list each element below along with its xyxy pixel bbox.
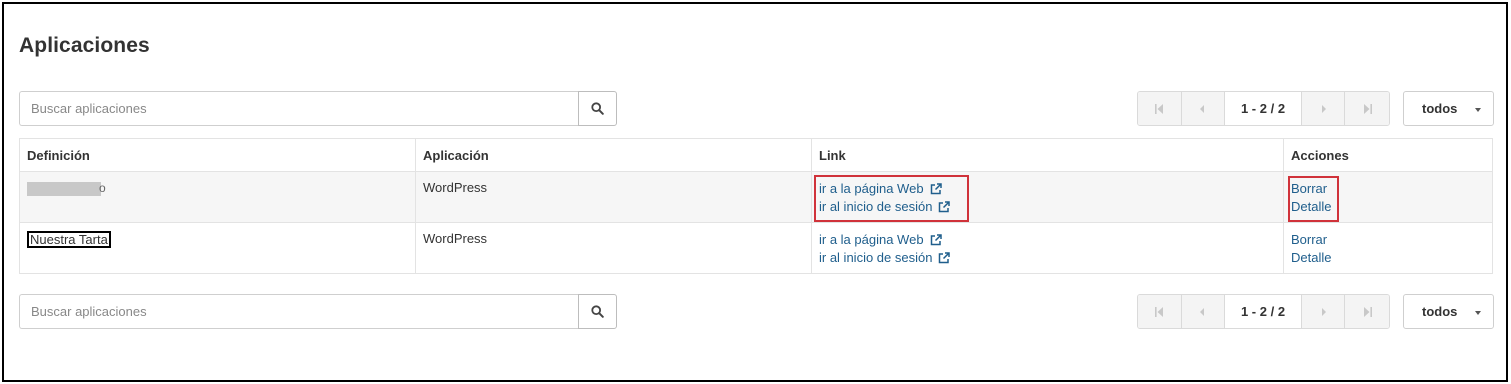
page-size-value: todos — [1422, 101, 1458, 116]
detail-link[interactable]: Detalle — [1291, 249, 1485, 267]
external-link-icon — [930, 183, 942, 195]
search-box-bottom — [19, 294, 617, 329]
last-page-button[interactable] — [1345, 92, 1389, 125]
web-page-link-label: ir a la página Web — [819, 232, 924, 247]
cell-actions: Borrar Detalle — [1283, 222, 1493, 274]
cell-link: ir a la página Web ir al inicio de sesió… — [811, 171, 1284, 223]
web-page-link[interactable]: ir a la página Web — [819, 180, 1276, 198]
prev-page-icon — [1200, 307, 1205, 316]
definition-text: Nuestra Tarta — [27, 231, 111, 248]
last-page-icon — [1363, 103, 1372, 114]
next-page-button[interactable] — [1301, 92, 1346, 125]
login-link-label: ir al inicio de sesión — [819, 199, 933, 214]
prev-page-button[interactable] — [1181, 92, 1226, 125]
next-page-icon — [1321, 104, 1326, 113]
external-link-icon — [930, 234, 942, 246]
column-header-link[interactable]: Link — [811, 138, 1284, 172]
page-size-value: todos — [1422, 304, 1458, 319]
login-link[interactable]: ir al inicio de sesión — [819, 198, 1276, 216]
search-icon — [591, 102, 604, 115]
column-header-actions[interactable]: Acciones — [1283, 138, 1493, 172]
page-size-select-top[interactable]: todos — [1403, 91, 1494, 126]
search-button-top[interactable] — [578, 91, 617, 126]
redacted-definition — [27, 181, 101, 196]
first-page-button[interactable] — [1138, 295, 1182, 328]
cell-definition: o — [19, 171, 416, 223]
delete-link[interactable]: Borrar — [1291, 180, 1485, 198]
page-title: Aplicaciones — [19, 34, 150, 57]
caret-down-icon — [1475, 108, 1481, 112]
first-page-icon — [1154, 103, 1163, 114]
cell-link: ir a la página Web ir al inicio de sesió… — [811, 222, 1284, 274]
applications-table: Definición Aplicación Link Acciones o Wo… — [19, 138, 1493, 274]
login-link-label: ir al inicio de sesión — [819, 250, 933, 265]
pagination-top: 1 - 2 / 2 — [1137, 91, 1390, 126]
next-page-button[interactable] — [1301, 295, 1346, 328]
prev-page-button[interactable] — [1181, 295, 1226, 328]
caret-down-icon — [1475, 311, 1481, 315]
page-range: 1 - 2 / 2 — [1225, 92, 1302, 125]
column-header-application[interactable]: Aplicación — [415, 138, 812, 172]
delete-link[interactable]: Borrar — [1291, 231, 1485, 249]
cell-actions: Borrar Detalle — [1283, 171, 1493, 223]
definition-visible-tail: o — [99, 181, 106, 195]
search-box-top — [19, 91, 617, 126]
first-page-icon — [1154, 306, 1163, 317]
next-page-icon — [1321, 307, 1326, 316]
page-range: 1 - 2 / 2 — [1225, 295, 1302, 328]
search-input-bottom[interactable] — [19, 294, 578, 329]
search-input-top[interactable] — [19, 91, 578, 126]
prev-page-icon — [1200, 104, 1205, 113]
last-page-icon — [1363, 306, 1372, 317]
detail-link[interactable]: Detalle — [1291, 198, 1485, 216]
first-page-button[interactable] — [1138, 92, 1182, 125]
pagination-bottom: 1 - 2 / 2 — [1137, 294, 1390, 329]
search-icon — [591, 305, 604, 318]
column-header-definition[interactable]: Definición — [19, 138, 416, 172]
table-row: o WordPress ir a la página Web ir al ini… — [19, 171, 1493, 223]
external-link-icon — [939, 201, 951, 213]
cell-application: WordPress — [415, 171, 812, 223]
last-page-button[interactable] — [1345, 295, 1389, 328]
page-size-select-bottom[interactable]: todos — [1403, 294, 1494, 329]
web-page-link-label: ir a la página Web — [819, 181, 924, 196]
login-link[interactable]: ir al inicio de sesión — [819, 249, 1276, 267]
table-row: Nuestra Tarta WordPress ir a la página W… — [19, 222, 1493, 274]
external-link-icon — [939, 252, 951, 264]
table-header-row: Definición Aplicación Link Acciones — [19, 138, 1493, 172]
cell-application: WordPress — [415, 222, 812, 274]
web-page-link[interactable]: ir a la página Web — [819, 231, 1276, 249]
cell-definition: Nuestra Tarta — [19, 222, 416, 274]
search-button-bottom[interactable] — [578, 294, 617, 329]
